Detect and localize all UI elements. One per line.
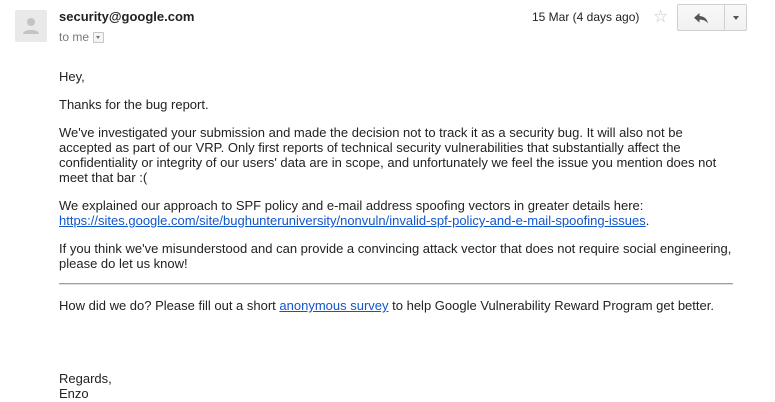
star-icon[interactable]: ☆ — [653, 8, 668, 26]
more-options-button[interactable] — [725, 5, 746, 30]
survey-line: How did we do? Please fill out a short a… — [59, 298, 739, 313]
decision-paragraph: We've investigated your submission and m… — [59, 125, 717, 185]
greeting: Hey, — [59, 69, 85, 84]
sender-name[interactable]: security@google.com — [59, 9, 194, 24]
chevron-down-icon — [732, 15, 739, 20]
reply-arrow-icon — [694, 12, 708, 23]
survey-text-before: How did we do? Please fill out a short — [59, 298, 280, 313]
recipient-details-dropdown[interactable] — [93, 31, 105, 43]
signature: Enzo — [59, 386, 89, 401]
explanation-intro: We explained our approach to SPF policy … — [59, 198, 644, 213]
sender-avatar[interactable] — [15, 10, 47, 42]
explanation-paragraph: We explained our approach to SPF policy … — [59, 198, 739, 228]
message-date: 15 Mar (4 days ago) — [532, 10, 640, 24]
explanation-end: . — [645, 213, 650, 228]
recipient-label: to me — [59, 30, 90, 44]
person-silhouette-icon — [23, 18, 39, 34]
survey-text-after: to help Google Vulnerability Reward Prog… — [388, 298, 714, 313]
reply-button[interactable] — [678, 5, 725, 30]
survey-link[interactable]: anonymous survey — [279, 298, 388, 313]
divider — [59, 283, 733, 285]
follow-up-paragraph: If you think we've misunderstood and can… — [59, 241, 732, 271]
message-actions — [677, 4, 747, 31]
recipient-line: to me — [59, 30, 105, 44]
thanks-line: Thanks for the bug report. — [59, 97, 209, 112]
closing: Regards, — [59, 371, 112, 386]
spf-policy-link[interactable]: https://sites.google.com/site/bughunteru… — [59, 213, 646, 228]
